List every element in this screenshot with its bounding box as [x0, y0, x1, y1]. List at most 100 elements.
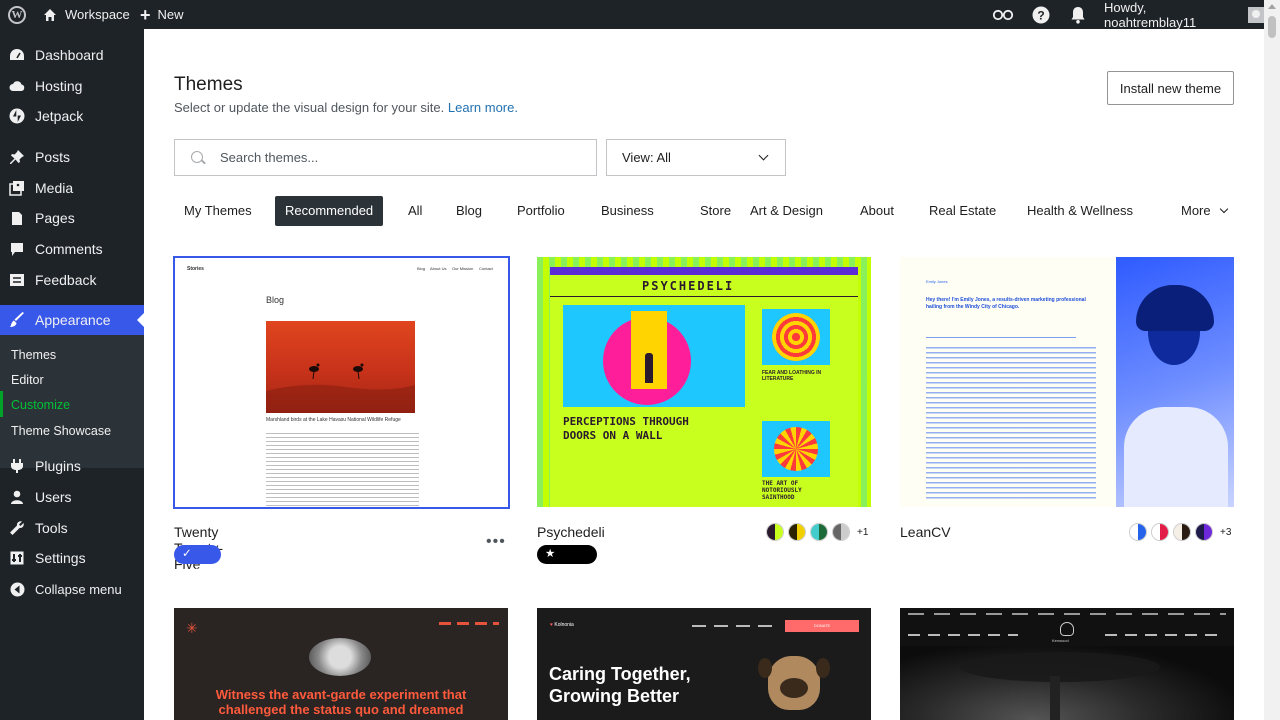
preview-thumb-2: [762, 421, 830, 477]
sidebar-item-label: Hosting: [35, 78, 83, 94]
sidebar-item-comments[interactable]: Comments: [0, 234, 144, 264]
sidebar-item-dashboard[interactable]: Dashboard: [0, 40, 144, 70]
theme-screenshot[interactable]: Emily Jones Hey there! I'm Emily Jones, …: [900, 257, 1234, 507]
collapse-icon: [9, 581, 25, 597]
filter-all[interactable]: All: [398, 196, 432, 226]
collapse-menu-button[interactable]: Collapse menu: [0, 574, 144, 604]
sidebar-item-label: Comments: [35, 241, 103, 257]
status-badge: ✓ Active: [174, 545, 222, 579]
sidebar-item-plugins[interactable]: Plugins: [0, 451, 144, 481]
sidebar-item-media[interactable]: Media: [0, 173, 144, 203]
svg-text:?: ?: [1037, 8, 1044, 22]
style-swatch[interactable]: [1129, 523, 1147, 541]
sidebar-item-pages[interactable]: Pages: [0, 203, 144, 233]
howdy-label: Howdy, noahtremblay11: [1104, 0, 1197, 30]
wrench-icon: [9, 520, 25, 536]
preview-intro: Hey there! I'm Emily Jones, a results-dr…: [926, 297, 1086, 310]
style-swatch[interactable]: [1173, 523, 1191, 541]
appearance-submenu: Themes Editor Customize Theme Showcase: [0, 335, 144, 468]
filter-my-themes[interactable]: My Themes: [174, 196, 262, 226]
preview-brand: Stories: [187, 266, 204, 272]
sidebar-item-posts[interactable]: Posts: [0, 142, 144, 172]
filter-store[interactable]: Store: [690, 196, 741, 226]
feedback-icon: [9, 272, 25, 288]
submenu-editor[interactable]: Editor: [11, 373, 44, 387]
sidebar-item-jetpack[interactable]: Jetpack: [0, 101, 144, 131]
sidebar-item-users[interactable]: Users: [0, 482, 144, 512]
my-account-link[interactable]: Howdy, noahtremblay11: [1104, 0, 1264, 30]
badge-label: Upgrade: [545, 567, 590, 579]
preview-title: PSYCHEDELI: [642, 279, 735, 293]
scrollbar-thumb[interactable]: [1268, 16, 1276, 38]
site-name-link[interactable]: Workspace: [43, 0, 130, 29]
preview-brand: ♥ Kolnonia: [550, 622, 574, 628]
admin-sidebar: Dashboard Hosting Jetpack Posts Media Pa…: [0, 29, 144, 720]
submenu-customize[interactable]: Customize: [11, 398, 70, 412]
submenu-theme-showcase[interactable]: Theme Showcase: [11, 424, 111, 438]
preview-name: Emily Jones: [926, 279, 948, 284]
filter-art-design[interactable]: Art & Design: [740, 196, 833, 226]
preview-eye-image: [309, 638, 371, 676]
sidebar-item-settings[interactable]: Settings: [0, 543, 144, 573]
reader-icon[interactable]: [992, 0, 1014, 29]
view-select-value: View: All: [622, 150, 671, 165]
sidebar-item-label: Media: [35, 180, 74, 196]
theme-card-avant-garde[interactable]: ✳ Witness the avant-garde experiment tha…: [174, 608, 508, 720]
style-swatch[interactable]: [766, 523, 784, 541]
page-title: Themes: [174, 74, 243, 95]
sidebar-item-label: Collapse menu: [35, 581, 122, 597]
theme-card-kolnonia[interactable]: ♥ Kolnonia DONATE Caring Together, Growi…: [537, 608, 871, 720]
preview-body-text: [266, 433, 419, 507]
filter-health-wellness[interactable]: Health & Wellness: [1017, 196, 1143, 226]
help-icon[interactable]: ?: [1032, 0, 1050, 29]
search-input[interactable]: Search themes...: [174, 139, 597, 176]
sidebar-item-label: Dashboard: [35, 47, 104, 63]
preview-image: [266, 321, 415, 413]
cloud-icon: [9, 78, 25, 94]
more-options-icon[interactable]: •••: [486, 533, 506, 551]
home-icon: [44, 8, 56, 21]
sidebar-item-hosting[interactable]: Hosting: [0, 71, 144, 101]
style-swatch[interactable]: [1195, 523, 1213, 541]
preview-hero-image: [563, 305, 745, 407]
style-swatch[interactable]: [810, 523, 828, 541]
view-select[interactable]: View: All: [606, 139, 786, 176]
filter-recommended[interactable]: Recommended: [275, 196, 384, 226]
search-placeholder: Search themes...: [220, 150, 319, 165]
notifications-bell-icon[interactable]: [1070, 0, 1086, 29]
style-swatch[interactable]: [788, 523, 806, 541]
style-swatch[interactable]: [832, 523, 850, 541]
admin-bar: W Workspace + New ? Howdy, noahtremblay1…: [0, 0, 1264, 30]
preview-headline: Caring Together, Growing Better: [549, 664, 691, 706]
filter-business[interactable]: Business: [591, 196, 664, 226]
more-styles-count: +1: [857, 526, 869, 538]
style-variations[interactable]: +3: [1129, 523, 1231, 541]
sidebar-item-feedback[interactable]: Feedback: [0, 265, 144, 295]
sidebar-item-label: Jetpack: [35, 108, 84, 124]
preview-nav: [439, 622, 499, 625]
filter-real-estate[interactable]: Real Estate: [919, 196, 1006, 226]
learn-more-link[interactable]: Learn more.: [448, 100, 518, 115]
filter-portfolio[interactable]: Portfolio: [507, 196, 575, 226]
new-content-link[interactable]: + New: [140, 0, 184, 29]
page-scrollbar[interactable]: [1264, 0, 1280, 720]
filter-about[interactable]: About: [850, 196, 904, 226]
style-variations[interactable]: +1: [766, 523, 868, 541]
filter-more-label: More: [1181, 203, 1211, 218]
sidebar-item-tools[interactable]: Tools: [0, 513, 144, 543]
theme-screenshot[interactable]: PSYCHEDELI FEAR AND LOATHING IN LITERATU…: [537, 257, 871, 507]
wordpress-logo-icon[interactable]: W: [8, 0, 30, 29]
theme-card-kenwood[interactable]: Kenwood: [900, 608, 1234, 720]
install-new-theme-button[interactable]: Install new theme: [1107, 71, 1234, 105]
sidebar-item-appearance[interactable]: Appearance: [0, 305, 144, 335]
chevron-down-icon: [758, 150, 769, 161]
theme-screenshot[interactable]: Stories Blog About Us Our Mission Contac…: [173, 256, 510, 509]
preview-nav-3: Contact: [479, 266, 493, 271]
filter-more[interactable]: More: [1171, 196, 1237, 226]
plus-icon: +: [140, 4, 151, 25]
scroll-up-arrow-icon[interactable]: [1268, 4, 1276, 9]
submenu-themes[interactable]: Themes: [11, 348, 56, 362]
page-icon: [9, 210, 25, 226]
filter-blog[interactable]: Blog: [446, 196, 492, 226]
style-swatch[interactable]: [1151, 523, 1169, 541]
